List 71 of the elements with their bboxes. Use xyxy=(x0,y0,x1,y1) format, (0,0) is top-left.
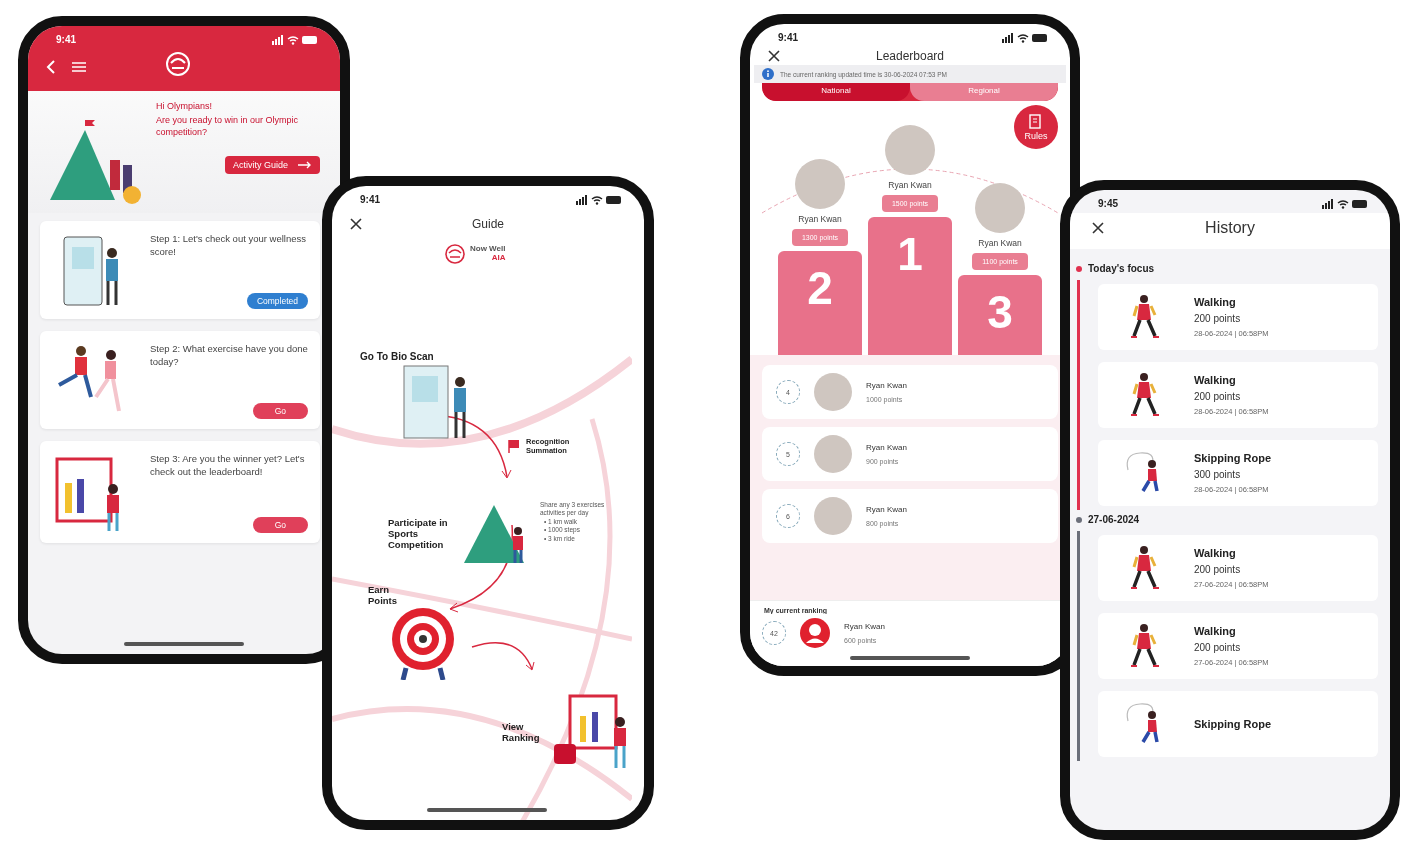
player-name: Ryan Kwan xyxy=(844,622,885,631)
podium-rank: 1 xyxy=(897,231,923,282)
step-text: Step 1: Let's check out your wellness score! xyxy=(150,233,307,259)
status-time: 9:41 xyxy=(778,32,798,43)
activity-name: Walking xyxy=(1194,374,1237,386)
greeting-text: Hi Olympians! xyxy=(156,101,213,111)
podium-rank: 3 xyxy=(987,289,1013,340)
go-button[interactable]: Go xyxy=(252,403,308,419)
logo-icon xyxy=(444,243,466,265)
activity-points: 200 points xyxy=(1194,391,1242,402)
winner-name: Ryan Kwan xyxy=(798,214,842,224)
player-name: Ryan Kwan xyxy=(866,505,907,514)
status-time: 9:41 xyxy=(56,34,76,45)
stage-label: Go To Bio Scan xyxy=(360,351,435,362)
activity-name: Walking xyxy=(1194,296,1237,308)
avatar-placeholder xyxy=(885,125,935,175)
activity-points: 300 points xyxy=(1194,469,1242,480)
arrow-right-icon xyxy=(298,161,312,170)
logo-text: Now Well xyxy=(470,245,506,254)
stage-label: View Ranking xyxy=(502,721,541,743)
document-icon xyxy=(1028,113,1044,130)
avatar-placeholder xyxy=(814,497,852,535)
screen-title: Guide xyxy=(472,217,504,231)
user-avatar-icon xyxy=(800,618,830,648)
curved-arrow xyxy=(471,642,535,671)
activity-name: Skipping Rope xyxy=(1194,718,1271,730)
avatar-placeholder xyxy=(975,183,1025,233)
step-text: Step 3: Are you the winner yet? Let's check out the leaderboard! xyxy=(150,453,306,479)
info-icon xyxy=(762,68,774,80)
activity-points: 200 points xyxy=(1194,313,1242,324)
flag-icon xyxy=(508,439,522,453)
completed-badge[interactable]: Completed xyxy=(246,293,308,309)
tab[interactable]: National xyxy=(762,83,910,101)
podium-rank: 2 xyxy=(807,265,833,316)
winner-name: Ryan Kwan xyxy=(978,238,1022,248)
screen-title: History xyxy=(1205,219,1255,237)
status-icons-drawing xyxy=(1322,198,1368,209)
close-icon[interactable] xyxy=(350,218,362,230)
status-icons-drawing xyxy=(576,194,622,205)
activity-name: Walking xyxy=(1194,625,1237,637)
winner-name: Ryan Kwan xyxy=(888,180,932,190)
avatar-placeholder xyxy=(814,373,852,411)
menu-icon[interactable] xyxy=(72,62,86,72)
rules-button[interactable]: Rules xyxy=(1014,105,1058,149)
status-icons-drawing xyxy=(1002,32,1048,43)
group-heading: Today's focus xyxy=(1088,263,1155,274)
activity-name: Walking xyxy=(1194,547,1237,559)
logo-subtext: AIA xyxy=(491,254,506,263)
player-name: Ryan Kwan xyxy=(866,443,907,452)
logo-icon xyxy=(163,51,193,77)
back-icon[interactable] xyxy=(46,60,56,74)
step-text: Step 2: What exercise have you done today? xyxy=(150,343,308,369)
close-icon[interactable] xyxy=(1092,222,1104,234)
group-heading: 27-06-2024 xyxy=(1088,514,1140,525)
stage-label: Earn Points xyxy=(368,584,399,606)
status-time: 9:41 xyxy=(360,194,380,205)
status-icons-drawing xyxy=(272,34,318,45)
prompt-text: Are you ready to win in our Olympic competition? xyxy=(156,115,300,139)
activity-name: Skipping Rope xyxy=(1194,452,1271,464)
player-name: Ryan Kwan xyxy=(866,381,907,390)
activity-guide-button[interactable]: Activity Guide xyxy=(224,156,320,175)
screen-title: Leaderboard xyxy=(875,49,945,63)
activity-points: 200 points xyxy=(1194,564,1242,575)
go-button[interactable]: Go xyxy=(252,517,308,533)
activity-points: 200 points xyxy=(1194,642,1242,653)
status-time: 9:45 xyxy=(1098,198,1118,209)
stage-label: Participate in Sports Competition xyxy=(388,516,449,550)
close-icon[interactable] xyxy=(768,50,780,62)
avatar-placeholder xyxy=(795,159,845,209)
activity-card[interactable]: Skipping Rope xyxy=(1098,691,1378,757)
avatar-placeholder xyxy=(814,435,852,473)
